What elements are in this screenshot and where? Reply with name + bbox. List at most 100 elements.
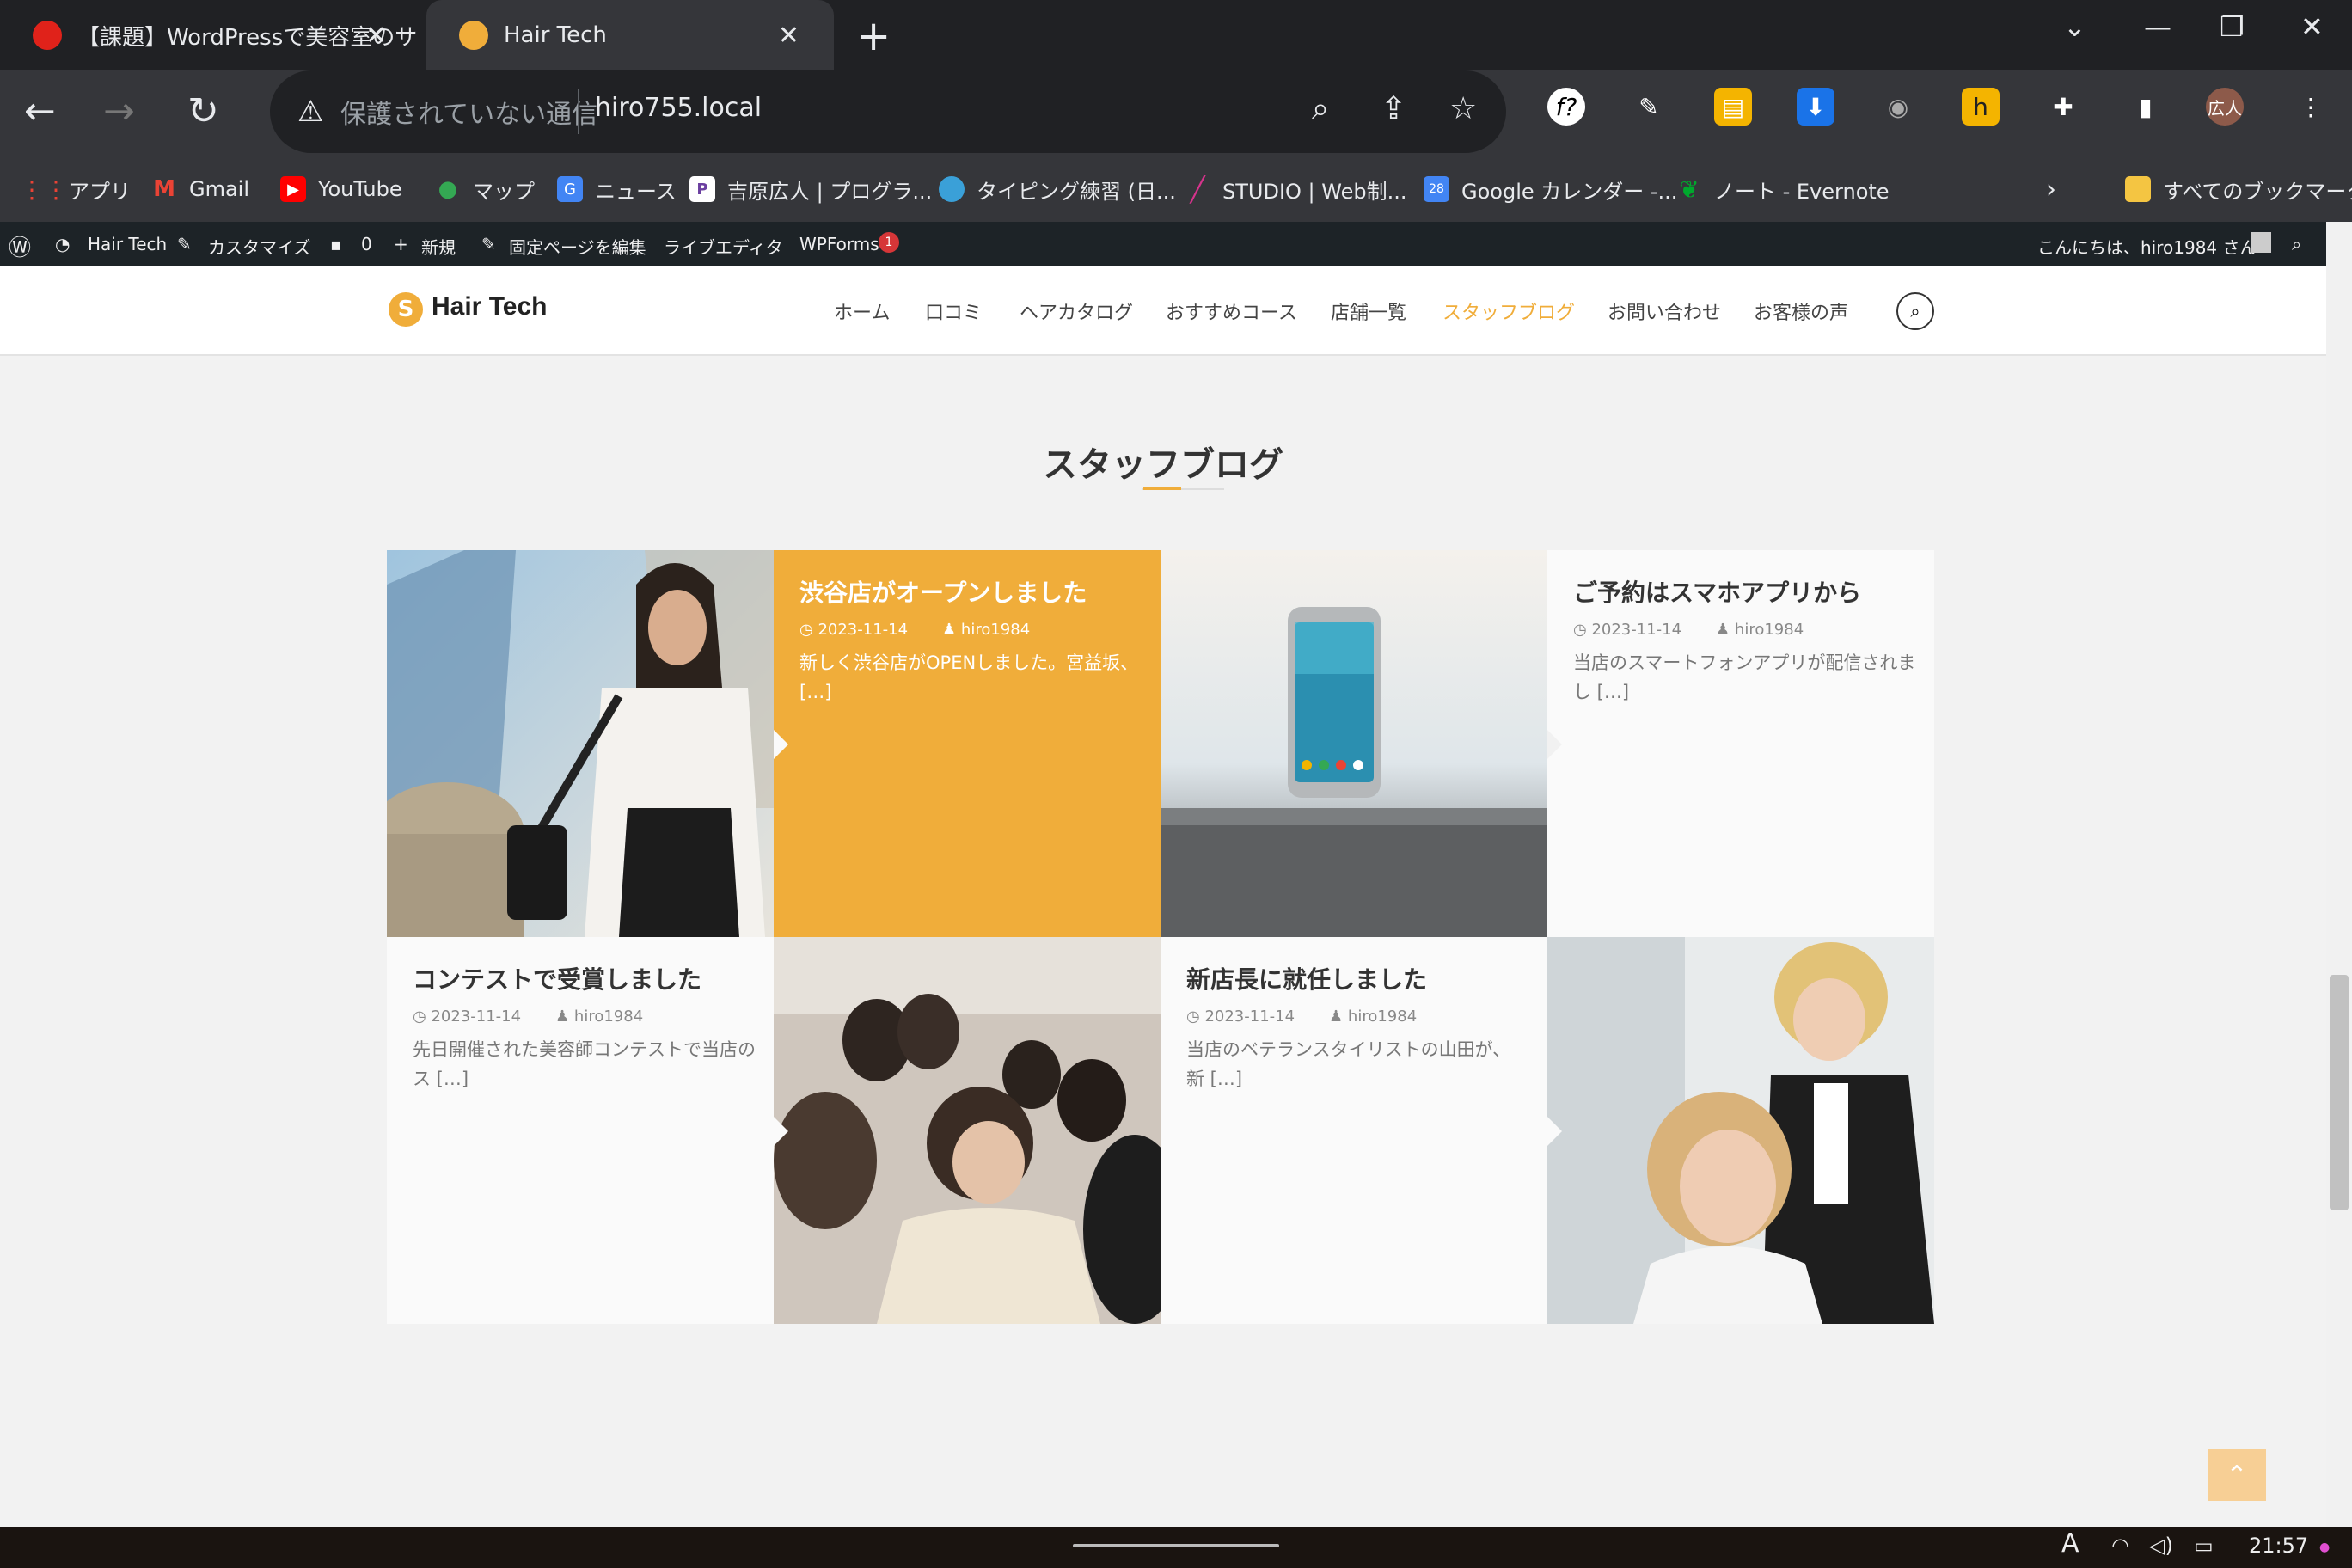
adminbar-live-editor[interactable]: ライブエディタ (664, 234, 783, 259)
post-2-title[interactable]: ご予約はスマホアプリから (1573, 574, 1861, 609)
back-icon[interactable]: ← (24, 89, 56, 133)
tab-close-icon[interactable]: ✕ (778, 21, 799, 51)
tab-1[interactable]: 【課題】WordPressで美容室のサ ✕ (0, 0, 421, 70)
plus-icon: + (394, 234, 408, 254)
ime-indicator[interactable]: A (2061, 1528, 2079, 1559)
adminbar-greeting[interactable]: こんにちは、hiro1984 さん (2037, 234, 2257, 259)
post-1-card[interactable]: 渋谷店がオープンしました ◷ 2023-11-14 ♟ hiro1984 新しく渋… (774, 550, 1161, 937)
extensions-puzzle-icon[interactable]: ✚ (2044, 88, 2082, 126)
bookmark-maps[interactable]: ● マップ (435, 172, 535, 206)
post-3-image[interactable] (774, 937, 1161, 1324)
reload-icon[interactable]: ↻ (187, 89, 219, 133)
volume-icon[interactable]: ◁) (2149, 1534, 2173, 1558)
nav-reviews[interactable]: 口コミ (925, 297, 982, 325)
zoom-icon[interactable]: ⌕ (1312, 91, 1329, 127)
bookmark-star-icon[interactable]: ☆ (1449, 91, 1477, 126)
nav-staff-blog[interactable]: スタッフブログ (1442, 297, 1575, 325)
all-bookmarks[interactable]: すべてのブックマーク (2125, 172, 2352, 206)
profile-avatar[interactable]: 広人 (2206, 88, 2244, 126)
minimize-icon[interactable]: — (2144, 10, 2171, 43)
stylist-team-photo (774, 937, 1161, 1324)
adminbar-edit-page[interactable]: 固定ページを編集 (509, 234, 646, 259)
wifi-icon[interactable]: ◠ (2111, 1534, 2129, 1558)
post-1-image[interactable] (387, 550, 774, 937)
post-4-title[interactable]: 新店長に就任しました (1186, 961, 1427, 995)
user-avatar[interactable] (2251, 232, 2271, 253)
tab-2[interactable]: Hair Tech ✕ (426, 0, 834, 70)
post-4-image[interactable] (1547, 937, 1934, 1324)
post-1-title[interactable]: 渋谷店がオープンしました (799, 574, 1087, 609)
site-logo-text[interactable]: Hair Tech (432, 292, 548, 322)
wordpress-logo-icon[interactable]: Ⓦ (9, 230, 31, 262)
restore-icon[interactable]: ❐ (2220, 10, 2245, 43)
card-notch (774, 1116, 788, 1147)
salon-hairstyling-photo (1547, 937, 1934, 1324)
nav-home[interactable]: ホーム (834, 297, 890, 325)
news-icon: G (557, 176, 583, 202)
bookmarks-overflow-icon[interactable]: › (2046, 172, 2056, 206)
adminbar-comments-count[interactable]: 0 (361, 234, 372, 254)
search-icon: ⌕ (1910, 301, 1920, 322)
adminbar-customize[interactable]: カスタマイズ (208, 234, 310, 259)
adminbar-site-name[interactable]: Hair Tech (88, 234, 167, 254)
chevron-up-icon: ⌃ (2226, 1460, 2248, 1491)
post-3-card[interactable]: コンテストで受賞しました ◷ 2023-11-14 ♟ hiro1984 先日開催… (387, 937, 774, 1324)
bookmark-studio[interactable]: ╱ STUDIO | Web制... (1185, 172, 1407, 206)
youtube-icon: ▶ (280, 176, 306, 202)
forward-icon[interactable]: → (103, 89, 135, 133)
scrollbar-thumb[interactable] (2330, 975, 2349, 1210)
post-4-card[interactable]: 新店長に就任しました ◷ 2023-11-14 ♟ hiro1984 当店のベテラ… (1161, 937, 1547, 1324)
url-text[interactable]: hiro755.local (595, 93, 762, 123)
bookmark-apps[interactable]: ⋮⋮ アプリ (20, 172, 131, 206)
clock-time[interactable]: 21:57 (2249, 1534, 2308, 1558)
bookmark-evernote[interactable]: ❦ ノート - Evernote (1676, 172, 1889, 206)
bookmark-typing[interactable]: タイピング練習 (日... (939, 172, 1176, 206)
calendar-icon: 28 (1424, 176, 1449, 202)
title-underline-accent (1143, 487, 1181, 490)
clock-icon: ◷ (1186, 1008, 1205, 1026)
close-window-icon[interactable]: ✕ (2300, 10, 2324, 43)
nav-contact[interactable]: お問い合わせ (1608, 297, 1721, 325)
hint-extension-icon[interactable]: h (1962, 88, 2000, 126)
camera-extension-icon[interactable]: ◉ (1879, 88, 1917, 126)
post-3-title[interactable]: コンテストで受賞しました (413, 961, 701, 995)
post-1-excerpt: 新しく渋谷店がOPENしました。宮益坂、[…] (799, 652, 1139, 702)
notification-dot-icon[interactable]: ● (2319, 1540, 2330, 1554)
post-2-card[interactable]: ご予約はスマホアプリから ◷ 2023-11-14 ♟ hiro1984 当店のス… (1547, 550, 1934, 937)
notes-extension-icon[interactable]: ▤ (1714, 88, 1752, 126)
warning-icon: ⚠ (297, 95, 324, 129)
menu-kebab-icon[interactable]: ⋮ (2292, 88, 2330, 126)
taskbar-handle[interactable] (1073, 1544, 1279, 1547)
share-icon[interactable]: ⇪ (1381, 91, 1406, 126)
bookmark-youtube[interactable]: ▶ YouTube (280, 172, 402, 206)
tab-title: Hair Tech (504, 22, 607, 48)
adminbar-search-icon[interactable]: ⌕ (2292, 234, 2301, 254)
user-icon: ♟ (1329, 1008, 1348, 1026)
nav-testimonials[interactable]: お客様の声 (1754, 297, 1848, 325)
adminbar-wpforms[interactable]: WPForms (799, 234, 879, 254)
font-extension-icon[interactable]: f? (1547, 88, 1585, 126)
new-tab-button[interactable]: + (856, 12, 891, 60)
tab-search-icon[interactable]: ⌄ (2063, 10, 2086, 43)
download-extension-icon[interactable]: ⬇ (1797, 88, 1834, 126)
bookmark-portfolio[interactable]: P 吉原広人 | プログラ... (689, 172, 932, 206)
page-scrollbar[interactable] (2326, 222, 2352, 1527)
eyedropper-extension-icon[interactable]: ✎ (1630, 88, 1668, 126)
back-to-top-button[interactable]: ⌃ (2208, 1449, 2266, 1501)
bookmark-gmail[interactable]: M Gmail (151, 172, 249, 206)
side-panel-icon[interactable]: ▮ (2127, 88, 2165, 126)
clock-icon: ◷ (1573, 621, 1592, 639)
site-search-button[interactable]: ⌕ (1896, 292, 1934, 330)
nav-hair-catalog[interactable]: ヘアカタログ (1020, 297, 1133, 325)
adminbar-new[interactable]: 新規 (421, 234, 456, 259)
battery-icon[interactable]: ▭ (2194, 1534, 2214, 1558)
post-2-image[interactable] (1161, 550, 1547, 937)
site-logo-icon[interactable]: S (389, 292, 423, 327)
bookmark-news[interactable]: G ニュース (557, 172, 677, 206)
address-bar[interactable]: ⚠ 保護されていない通信 hiro755.local ⌕ ⇪ ☆ (270, 70, 1506, 153)
tab-strip: 【課題】WordPressで美容室のサ ✕ Hair Tech ✕ + ⌄ — … (0, 0, 2352, 70)
bookmark-calendar[interactable]: 28 Google カレンダー -... (1424, 172, 1677, 206)
nav-recommended-course[interactable]: おすすめコース (1166, 297, 1297, 325)
nav-stores[interactable]: 店舗一覧 (1331, 297, 1406, 325)
tab-close-icon[interactable]: ✕ (365, 21, 387, 51)
